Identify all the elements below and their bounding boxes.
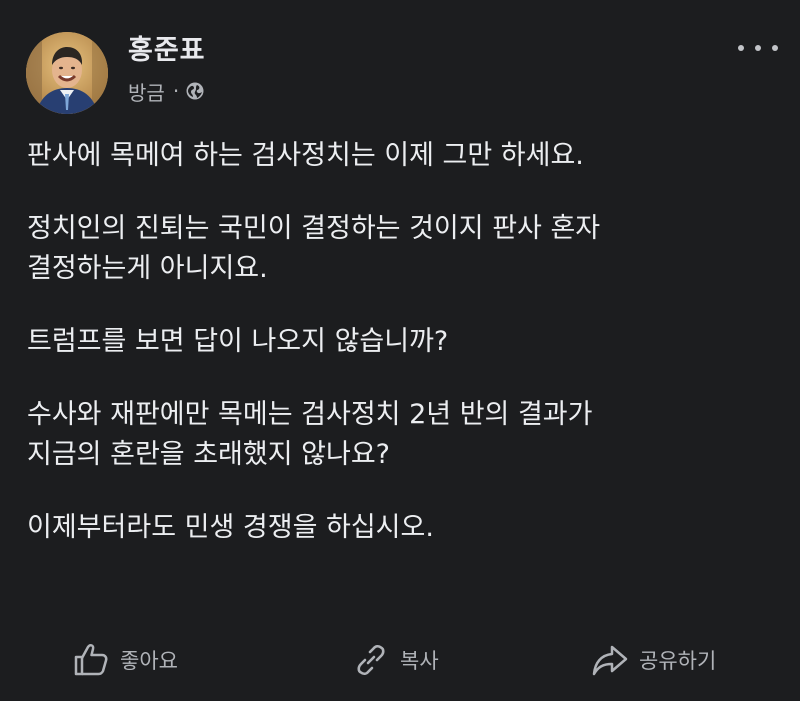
author-avatar[interactable] xyxy=(26,32,108,114)
post-paragraph: 정치인의 진퇴는 국민이 결정하는 것이지 판사 혼자 결정하는게 아니지요. xyxy=(27,209,777,289)
facebook-post: 홍준표 방금 · 판사에 목메여 하는 검사정치는 이제 그만 하세요. 정치인… xyxy=(0,0,800,701)
post-actions-bar: 좋아요 복사 공유하기 xyxy=(0,632,800,690)
thumbs-up-icon xyxy=(74,644,108,676)
post-line: 결정하는게 아니지요. xyxy=(27,253,268,284)
post-line: 수사와 재판에만 목메는 검사정치 2년 반의 결과가 xyxy=(27,399,593,430)
post-paragraph: 판사에 목메여 하는 검사정치는 이제 그만 하세요. xyxy=(27,136,777,176)
copy-label: 복사 xyxy=(400,649,439,673)
more-dot xyxy=(738,45,744,51)
copy-link-button[interactable]: 복사 xyxy=(352,640,439,680)
post-meta: 방금 · xyxy=(128,77,205,106)
post-paragraph: 이제부터라도 민생 경쟁을 하십시오. xyxy=(27,508,777,548)
share-label: 공유하기 xyxy=(639,649,717,673)
more-dot xyxy=(755,45,761,51)
globe-icon xyxy=(186,82,204,100)
author-photo xyxy=(26,32,108,114)
post-line: 판사에 목메여 하는 검사정치는 이제 그만 하세요. xyxy=(27,140,584,171)
share-icon xyxy=(592,645,628,676)
meta-separator: · xyxy=(172,79,180,103)
post-line: 정치인의 진퇴는 국민이 결정하는 것이지 판사 혼자 xyxy=(27,213,601,244)
post-line: 트럼프를 보면 답이 나오지 않습니까? xyxy=(27,326,449,357)
like-button[interactable]: 좋아요 xyxy=(72,640,178,680)
post-content: 판사에 목메여 하는 검사정치는 이제 그만 하세요. 정치인의 진퇴는 국민이… xyxy=(27,136,777,581)
like-label: 좋아요 xyxy=(120,649,178,673)
post-line: 지금의 혼란을 초래했지 않나요? xyxy=(27,439,390,470)
post-line: 이제부터라도 민생 경쟁을 하십시오. xyxy=(27,512,434,543)
author-name[interactable]: 홍준표 xyxy=(128,28,206,67)
post-paragraph: 수사와 재판에만 목메는 검사정치 2년 반의 결과가 지금의 혼란을 초래했지… xyxy=(27,395,777,475)
post-timestamp[interactable]: 방금 xyxy=(128,77,165,106)
more-options-button[interactable] xyxy=(738,38,778,58)
link-icon xyxy=(357,644,385,676)
more-dot xyxy=(772,45,778,51)
share-button[interactable]: 공유하기 xyxy=(591,640,716,680)
post-paragraph: 트럼프를 보면 답이 나오지 않습니까? xyxy=(27,322,777,362)
